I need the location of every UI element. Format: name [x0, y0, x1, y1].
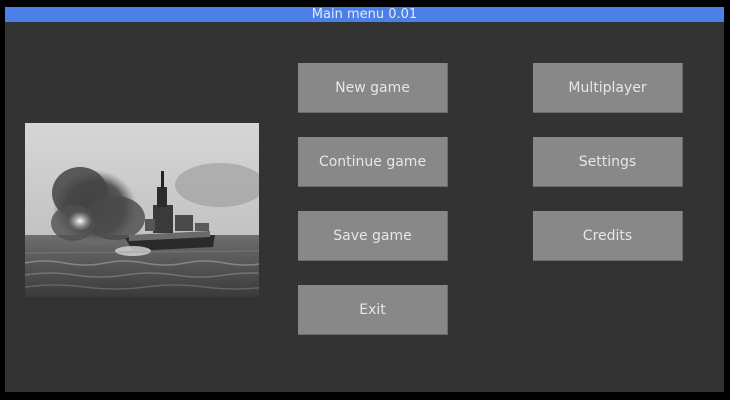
settings-button[interactable]: Settings	[533, 137, 683, 187]
new-game-button[interactable]: New game	[298, 63, 448, 113]
continue-game-button[interactable]: Continue game	[298, 137, 448, 187]
save-game-button[interactable]: Save game	[298, 211, 448, 261]
window-title: Main menu 0.01	[5, 7, 724, 22]
credits-button[interactable]: Credits	[533, 211, 683, 261]
battleship-photo-icon	[25, 123, 259, 297]
exit-button[interactable]: Exit	[298, 285, 448, 335]
main-menu-window: Main menu 0.01 New game Continue game Sa…	[5, 7, 724, 392]
multiplayer-button[interactable]: Multiplayer	[533, 63, 683, 113]
battleship-image	[25, 123, 259, 297]
